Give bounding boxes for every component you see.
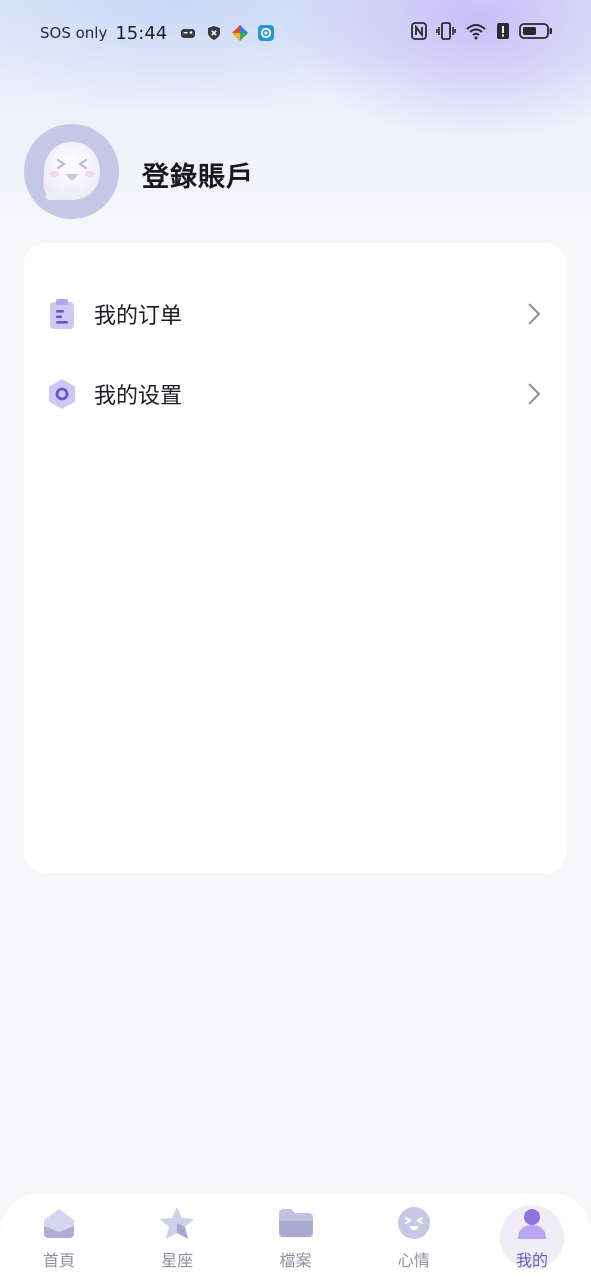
nav-tab-mood[interactable]: 心情 — [355, 1193, 473, 1280]
menu-item-label: 我的订单 — [94, 304, 183, 329]
menu-item-my-settings[interactable]: 我的设置 — [24, 362, 567, 426]
vibrate-icon — [436, 22, 456, 44]
nav-label: 檔案 — [279, 1251, 312, 1270]
avatar[interactable] — [24, 124, 119, 219]
status-bar: SOS only 15:44 — [0, 0, 591, 66]
nav-tab-home[interactable]: 首頁 — [0, 1193, 118, 1280]
nav-label: 我的 — [515, 1251, 548, 1270]
menu-card: 我的订单 我的设置 — [24, 243, 567, 873]
nav-label: 心情 — [397, 1251, 430, 1270]
person-icon — [512, 1203, 552, 1243]
star-icon — [157, 1203, 197, 1243]
clock-time: 15:44 — [115, 22, 168, 44]
chevron-right-icon — [525, 382, 543, 406]
menu-item-label: 我的设置 — [94, 384, 183, 409]
login-account-label[interactable]: 登錄賬戶 — [142, 155, 254, 194]
bottom-navigation: 首頁 星座 檔案 心情 我的 — [0, 1193, 591, 1280]
menu-item-my-orders[interactable]: 我的订单 — [24, 282, 567, 346]
battery-icon — [519, 22, 553, 44]
mood-face-icon — [394, 1203, 434, 1243]
game-controller-icon — [179, 24, 197, 42]
wifi-icon — [465, 22, 487, 44]
nav-label: 星座 — [161, 1251, 194, 1270]
nav-label: 首頁 — [42, 1251, 75, 1270]
app-eye-icon — [257, 24, 275, 42]
folder-icon — [276, 1203, 316, 1243]
shield-x-icon — [205, 24, 223, 42]
home-icon — [39, 1203, 79, 1243]
alert-sim-icon — [496, 22, 510, 44]
clipboard-icon — [46, 298, 78, 330]
nav-tab-archive[interactable]: 檔案 — [237, 1193, 355, 1280]
chevron-right-icon — [525, 302, 543, 326]
settings-hexagon-icon — [46, 378, 78, 410]
network-status-text: SOS only — [40, 24, 108, 42]
nav-tab-mine[interactable]: 我的 — [473, 1193, 591, 1280]
nfc-icon — [411, 22, 427, 44]
ghost-avatar-icon — [43, 141, 100, 200]
nav-tab-constellation[interactable]: 星座 — [118, 1193, 236, 1280]
app-colorful-icon — [231, 24, 249, 42]
